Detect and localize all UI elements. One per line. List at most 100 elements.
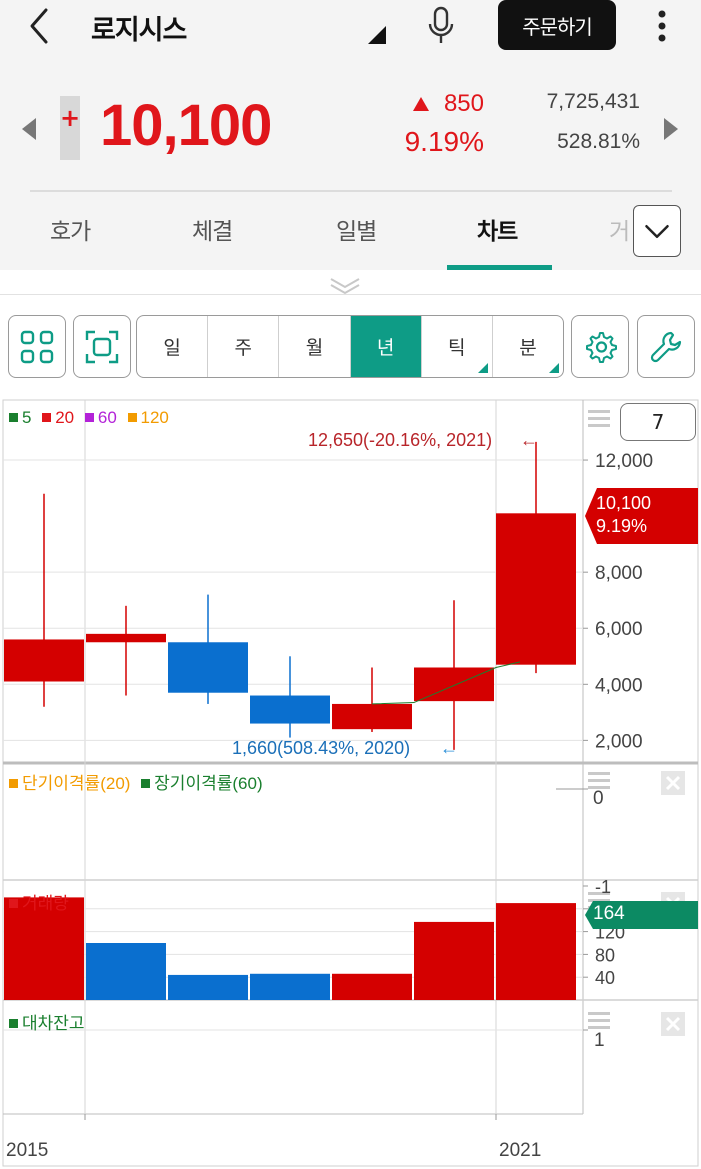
main-pane-menu-icon <box>588 417 610 420</box>
high-arrow-icon: ← <box>520 430 538 450</box>
candle-body <box>4 639 84 682</box>
tab-chart[interactable]: 차트 <box>477 212 518 246</box>
disparity-legend: 단기이격률(20) 장기이격률(60) <box>9 769 269 794</box>
volume-bar <box>496 903 576 1000</box>
tab-hoga[interactable]: 호가 <box>50 212 91 246</box>
period-minute[interactable]: 분 <box>493 316 563 377</box>
fullscreen-icon <box>85 330 119 363</box>
disparity-axis-label: 0 <box>593 788 604 809</box>
grid-icon <box>20 330 54 363</box>
low-arrow-icon: ← <box>440 738 458 758</box>
stock-dropdown-icon[interactable] <box>368 26 386 44</box>
change-percent: 9.19% <box>404 126 484 157</box>
price-axis-label: 2,000 <box>595 731 643 752</box>
tab-ilbyeol[interactable]: 일별 <box>336 212 377 246</box>
trade-volume: 7,725,431 <box>546 90 640 113</box>
volume-bar <box>168 974 248 1000</box>
high-price-annotation: 12,650(-20.16%, 2021) <box>308 430 492 450</box>
stock-header: 로지시스 주문하기 + 10,100 850 9.19% 7,725,431 5… <box>0 0 701 270</box>
volume-tag-value: 164 <box>593 903 625 924</box>
wrench-icon <box>650 331 682 362</box>
loan-axis-label: 1 <box>594 1030 605 1051</box>
candle-count-box[interactable]: 7 <box>620 403 696 441</box>
current-price-tag-percent: 9.19% <box>596 516 648 536</box>
collapse-handle-icon[interactable] <box>328 274 362 296</box>
main-legend: 5 20 60 120 <box>9 408 175 428</box>
period-minute-label: 분 <box>519 337 537 359</box>
loan-pane-menu-icon <box>588 1012 610 1015</box>
period-year[interactable]: 년 <box>350 316 422 377</box>
legend-short-disparity[interactable]: 단기이격률(20) <box>9 774 130 793</box>
candle-body <box>332 703 412 730</box>
disparity-pane-menu-icon <box>588 779 610 782</box>
period-selector: 일 주 월 년 틱 분 <box>136 315 564 378</box>
loan-pane-menu-icon <box>588 1026 610 1029</box>
volume-bar <box>250 973 330 1000</box>
period-tick-label: 틱 <box>448 337 466 359</box>
rise-badge: + <box>60 96 80 160</box>
price-axis-label: 4,000 <box>595 675 643 696</box>
legend-ma120[interactable]: 120 <box>127 408 169 427</box>
tab-more-partial[interactable]: 거 <box>609 212 630 246</box>
legend-loan-swatch <box>9 1019 18 1028</box>
current-price-tag-text: 10,100 9.19% <box>596 492 651 538</box>
current-price-tag-value: 10,100 <box>596 493 652 513</box>
legend-ma120-swatch <box>127 413 137 422</box>
stock-name[interactable]: 로지시스 <box>91 8 187 47</box>
loan-pane-menu-icon <box>588 1019 610 1022</box>
volume-axis-label: 40 <box>595 968 615 988</box>
x-axis-label-end: 2021 <box>499 1140 541 1161</box>
change-amount: 850 <box>443 90 484 117</box>
order-button[interactable]: 주문하기 <box>498 0 616 50</box>
previous-stock-icon[interactable] <box>20 116 38 142</box>
tick-options-corner-icon <box>477 363 488 373</box>
legend-long-swatch <box>141 779 151 788</box>
microphone-icon[interactable] <box>424 4 458 46</box>
legend-ma20[interactable]: 20 <box>42 408 74 427</box>
candle-body <box>86 633 166 643</box>
tab-chegyeol[interactable]: 체결 <box>192 212 233 246</box>
legend-ma60-swatch <box>84 413 94 422</box>
layout-grid-button[interactable] <box>8 315 66 378</box>
candle-body <box>414 667 494 702</box>
panel-divider <box>0 294 701 295</box>
period-tick[interactable]: 틱 <box>422 316 493 377</box>
volume-bar <box>414 921 494 1000</box>
main-pane-menu-icon <box>588 424 610 427</box>
volume-legend[interactable]: 거래량 <box>9 889 69 914</box>
legend-ma60[interactable]: 60 <box>84 408 117 427</box>
period-week[interactable]: 주 <box>208 316 280 377</box>
chart-tools-button[interactable] <box>637 315 695 378</box>
legend-ma20-swatch <box>42 413 52 422</box>
legend-short-label: 단기이격률(20) <box>22 774 131 793</box>
current-price: 10,100 <box>100 93 272 158</box>
more-options-icon[interactable] <box>648 6 676 46</box>
fullscreen-button[interactable] <box>73 315 131 378</box>
legend-volume-swatch <box>9 899 18 908</box>
legend-long-disparity[interactable]: 장기이격률(60) <box>141 774 263 793</box>
legend-long-label: 장기이격률(60) <box>154 774 263 793</box>
legend-ma5-swatch <box>9 413 18 422</box>
legend-short-swatch <box>9 779 18 788</box>
volume-bar <box>86 943 166 1000</box>
volume-axis-label: -1 <box>595 877 611 897</box>
legend-ma5-label: 5 <box>22 408 32 427</box>
legend-ma5[interactable]: 5 <box>9 408 31 427</box>
loan-legend[interactable]: 대차잔고 <box>9 1009 85 1034</box>
price-axis-label: 12,000 <box>595 451 653 472</box>
period-month[interactable]: 월 <box>279 316 351 377</box>
candle-body <box>496 513 576 665</box>
back-arrow-icon[interactable] <box>22 6 58 46</box>
legend-ma60-label: 60 <box>97 408 117 427</box>
header-divider <box>30 190 672 192</box>
period-day[interactable]: 일 <box>137 316 209 377</box>
legend-loan-label: 대차잔고 <box>22 1014 85 1033</box>
price-axis-label: 6,000 <box>595 619 643 640</box>
candle-body <box>250 695 330 724</box>
volume-bar <box>332 973 412 1000</box>
legend-ma20-label: 20 <box>55 408 75 427</box>
next-stock-icon[interactable] <box>662 116 680 142</box>
expand-tabs-chevron-icon[interactable] <box>633 205 681 257</box>
disparity-pane-menu-icon <box>588 772 610 775</box>
chart-settings-button[interactable] <box>571 315 629 378</box>
